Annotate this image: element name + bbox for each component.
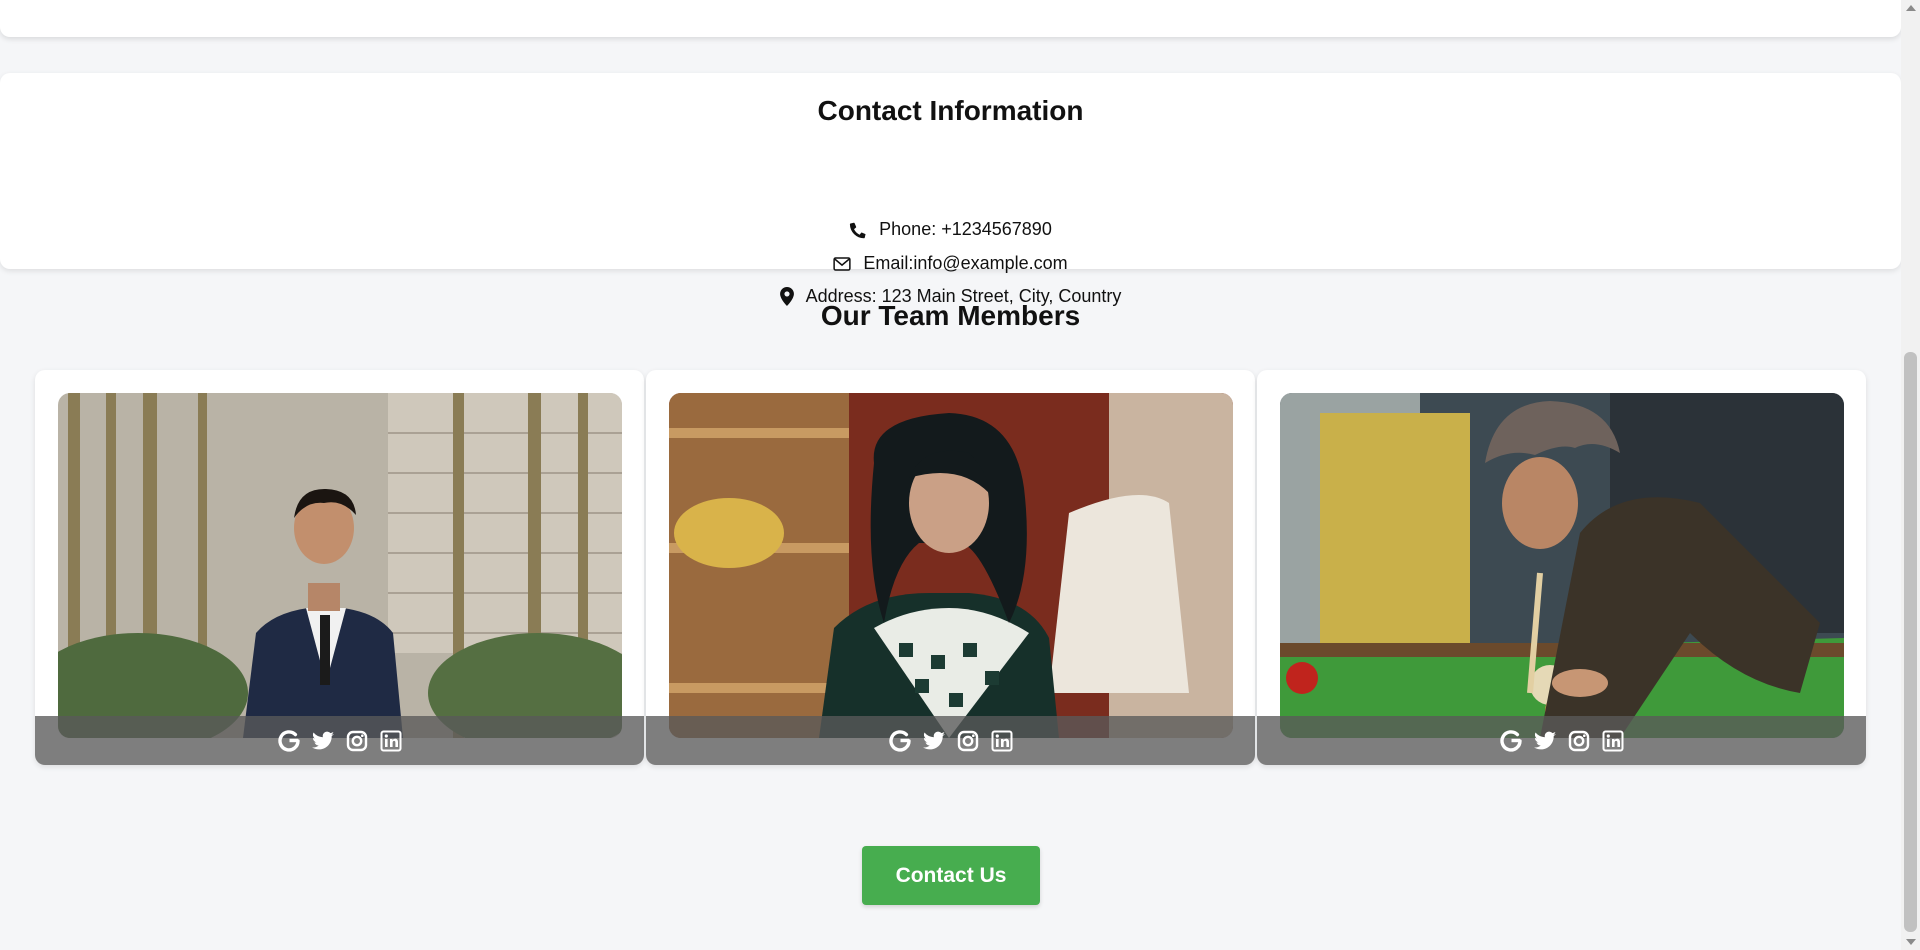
- scroll-up-arrow-icon[interactable]: [1906, 5, 1916, 11]
- linkedin-icon[interactable]: [379, 729, 403, 753]
- team-title: Our Team Members: [820, 300, 1081, 331]
- twitter-icon[interactable]: [922, 729, 946, 753]
- team-member-card: [646, 370, 1255, 765]
- google-icon[interactable]: [1499, 729, 1523, 753]
- contact-phone-line: Phone: +1234567890: [0, 219, 1901, 240]
- instagram-icon[interactable]: [1567, 729, 1591, 753]
- scrollbar-thumb[interactable]: [1904, 352, 1917, 932]
- social-links-bar: [1257, 716, 1866, 765]
- contact-phone: Phone: +1234567890: [879, 219, 1052, 239]
- google-icon[interactable]: [888, 729, 912, 753]
- phone-icon: [850, 222, 866, 238]
- twitter-icon[interactable]: [1533, 729, 1557, 753]
- previous-section-card: [0, 0, 1901, 37]
- contact-email: Email:info@example.com: [863, 253, 1068, 273]
- team-member-card: [35, 370, 644, 765]
- member-photo: [58, 393, 622, 738]
- scroll-down-arrow-icon[interactable]: [1906, 939, 1916, 945]
- google-icon[interactable]: [277, 729, 301, 753]
- contact-email-line: Email:info@example.com: [0, 253, 1901, 274]
- contact-information-card: Contact Information Phone: +1234567890 E…: [0, 73, 1901, 306]
- linkedin-icon[interactable]: [1601, 729, 1625, 753]
- team-member-card: [1257, 370, 1866, 765]
- contact-title: Contact Information: [817, 95, 1084, 126]
- twitter-icon[interactable]: [311, 729, 335, 753]
- vertical-scrollbar[interactable]: [1901, 0, 1920, 950]
- member-photo: [1280, 393, 1844, 738]
- social-links-bar: [35, 716, 644, 765]
- contact-us-button[interactable]: Contact Us: [862, 846, 1040, 905]
- instagram-icon[interactable]: [345, 729, 369, 753]
- instagram-icon[interactable]: [956, 729, 980, 753]
- social-links-bar: [646, 716, 1255, 765]
- member-photo: [669, 393, 1233, 738]
- linkedin-icon[interactable]: [990, 729, 1014, 753]
- envelope-icon: [833, 256, 851, 271]
